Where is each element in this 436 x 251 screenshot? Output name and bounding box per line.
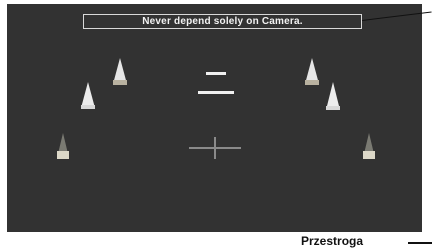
guide-marker-cone-right-upper (305, 58, 319, 85)
guide-line-short (206, 72, 226, 75)
guide-overlay (57, 58, 375, 159)
guide-line-long (198, 91, 234, 94)
center-crosshair (189, 137, 241, 159)
guide-marker-cone-left-lower (57, 133, 69, 159)
guide-marker-cone-left-middle (81, 82, 95, 109)
guide-marker-cone-right-middle (326, 82, 340, 110)
guide-marker-cone-left-upper (113, 58, 127, 85)
guide-marker-cone-right-lower (363, 133, 375, 159)
